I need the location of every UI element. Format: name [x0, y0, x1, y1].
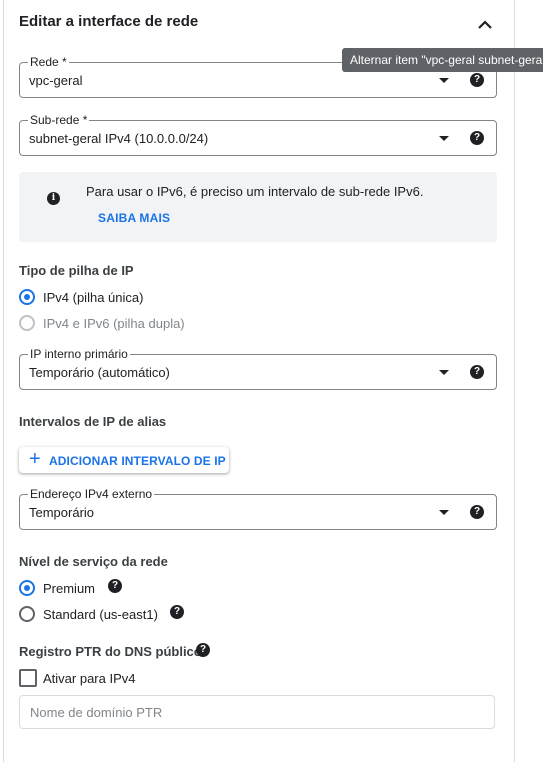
enable-ipv4-ptr-checkbox[interactable] — [19, 669, 37, 687]
network-label: Rede * — [28, 55, 69, 69]
radio-label-premium: Premium — [43, 581, 96, 596]
radio-label-standard: Standard (us-east1) — [43, 607, 158, 622]
learn-more-link[interactable]: SAIBA MAIS — [98, 211, 170, 225]
help-icon[interactable]: ? — [196, 643, 210, 657]
caret-down-icon — [439, 510, 449, 515]
collapse-button[interactable] — [472, 11, 498, 37]
external-ip-value: Temporário — [29, 505, 95, 520]
help-icon[interactable]: ? — [470, 131, 484, 145]
radio-standard[interactable] — [19, 606, 35, 622]
radio-premium[interactable] — [19, 580, 35, 596]
ptr-domain-input[interactable] — [19, 695, 495, 729]
help-icon[interactable]: ? — [470, 73, 484, 87]
ipv6-info-text: Para usar o IPv6, é preciso um intervalo… — [86, 184, 424, 199]
caret-down-icon — [439, 78, 449, 83]
caret-down-icon — [439, 370, 449, 375]
help-icon[interactable]: ? — [470, 505, 484, 519]
help-icon[interactable]: ? — [170, 605, 184, 619]
internal-ip-value: Temporário (automático) — [29, 365, 170, 380]
panel-title: Editar a interface de rede — [19, 13, 199, 30]
internal-ip-label: IP interno primário — [28, 347, 130, 361]
stack-type-title: Tipo de pilha de IP — [19, 263, 134, 278]
tooltip: Alternar item "vpc-geral subnet-geral — [342, 48, 543, 72]
help-icon[interactable]: ? — [470, 365, 484, 379]
radio-ipv4-single[interactable] — [19, 289, 35, 305]
alias-ranges-title: Intervalos de IP de alias — [19, 414, 167, 429]
subnet-select[interactable]: Sub-rede * subnet-geral IPv4 (10.0.0.0/2… — [19, 113, 497, 156]
radio-dual-stack[interactable] — [19, 315, 35, 331]
plus-icon: + — [29, 448, 41, 470]
subnet-label: Sub-rede * — [28, 113, 90, 127]
add-ip-range-button[interactable]: + ADICIONAR INTERVALO DE IP — [19, 447, 229, 473]
info-icon: i — [47, 192, 60, 205]
network-value: vpc-geral — [29, 73, 83, 88]
add-ip-range-label: ADICIONAR INTERVALO DE IP — [49, 454, 226, 468]
chevron-up-icon — [478, 19, 492, 29]
internal-ip-select[interactable]: IP interno primário Temporário (automáti… — [19, 347, 497, 390]
external-ip-label: Endereço IPv4 externo — [28, 487, 155, 501]
ptr-title: Registro PTR do DNS público — [19, 644, 202, 659]
enable-ipv4-ptr-label: Ativar para IPv4 — [43, 671, 136, 686]
external-ip-select[interactable]: Endereço IPv4 externo Temporário ? — [19, 487, 497, 530]
radio-label-dual-stack: IPv4 e IPv6 (pilha dupla) — [43, 316, 185, 331]
help-icon[interactable]: ? — [108, 579, 122, 593]
subnet-value: subnet-geral IPv4 (10.0.0.0/24) — [29, 131, 209, 146]
ipv6-info-box — [19, 172, 497, 242]
network-tier-title: Nível de serviço da rede — [19, 554, 168, 569]
caret-down-icon — [439, 136, 449, 141]
radio-label-ipv4-single: IPv4 (pilha única) — [43, 290, 144, 305]
